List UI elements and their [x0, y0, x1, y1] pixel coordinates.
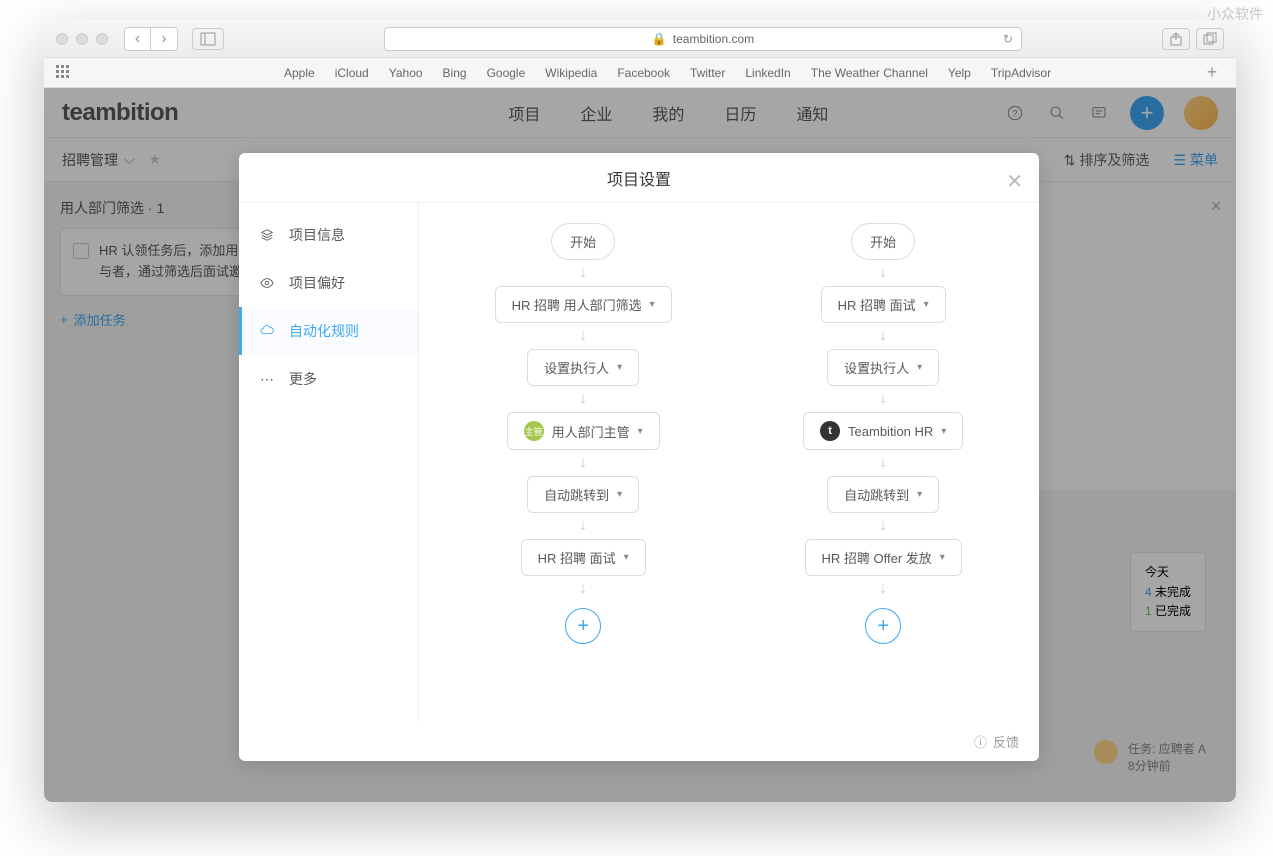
chevron-down-icon: ▾ [617, 362, 622, 373]
nav-arrows: ‹ › [124, 27, 178, 51]
sidebar-toggle-button[interactable] [192, 28, 224, 50]
sidebar-item-info[interactable]: 项目信息 [239, 211, 418, 259]
chevron-down-icon: ▾ [638, 426, 643, 437]
sidebar-item-more[interactable]: ⋯ 更多 [239, 355, 418, 403]
arrow-down-icon: ↓ [579, 264, 587, 282]
bookmark-link[interactable]: LinkedIn [745, 66, 790, 80]
url-text: teambition.com [673, 32, 754, 46]
chevron-down-icon: ▾ [917, 362, 922, 373]
bookmark-link[interactable]: Wikipedia [545, 66, 597, 80]
help-icon: ⓘ [974, 732, 987, 751]
arrow-down-icon: ↓ [579, 454, 587, 472]
flow-start-node[interactable]: 开始 [551, 223, 615, 260]
minimize-window-button[interactable] [76, 33, 88, 45]
share-button[interactable] [1162, 28, 1190, 50]
bookmarks-list: Apple iCloud Yahoo Bing Google Wikipedia… [284, 66, 1051, 80]
browser-titlebar: ‹ › 🔒 teambition.com ↻ [44, 20, 1236, 58]
settings-sidebar: 项目信息 项目偏好 自动化规则 ⋯ 更多 [239, 203, 419, 721]
chevron-down-icon: ▾ [917, 489, 922, 500]
chevron-down-icon: ▾ [924, 299, 929, 310]
feedback-link[interactable]: 反馈 [993, 732, 1019, 751]
flow-step-node[interactable]: HR 招聘 面试▾ [821, 286, 946, 323]
forward-button[interactable]: › [151, 28, 177, 50]
add-tab-button[interactable]: + [1200, 61, 1224, 85]
user-badge: t [820, 421, 840, 441]
modal-footer: ⓘ 反馈 [239, 721, 1039, 761]
close-window-button[interactable] [56, 33, 68, 45]
sidebar-item-label: 项目偏好 [289, 273, 345, 293]
flow-step-node[interactable]: tTeambition HR▾ [803, 412, 963, 450]
apps-grid-icon[interactable] [56, 65, 72, 81]
chevron-down-icon: ▾ [624, 552, 629, 563]
flow-start-node[interactable]: 开始 [851, 223, 915, 260]
reload-icon[interactable]: ↻ [1003, 32, 1013, 46]
chevron-down-icon: ▾ [617, 489, 622, 500]
more-icon: ⋯ [259, 371, 275, 387]
bookmark-link[interactable]: iCloud [335, 66, 369, 80]
sidebar-item-label: 项目信息 [289, 225, 345, 245]
add-step-button[interactable]: + [565, 608, 601, 644]
modal-title: 项目设置 [607, 166, 671, 190]
flow-step-node[interactable]: 自动跳转到▾ [527, 476, 639, 513]
bookmark-link[interactable]: TripAdvisor [991, 66, 1051, 80]
bookmarks-bar: Apple iCloud Yahoo Bing Google Wikipedia… [44, 58, 1236, 88]
arrow-down-icon: ↓ [879, 327, 887, 345]
arrow-down-icon: ↓ [879, 454, 887, 472]
bookmark-link[interactable]: Twitter [690, 66, 725, 80]
arrow-down-icon: ↓ [579, 390, 587, 408]
sidebar-item-label: 自动化规则 [289, 321, 359, 341]
arrow-down-icon: ↓ [879, 580, 887, 598]
bookmark-link[interactable]: Apple [284, 66, 315, 80]
bookmark-link[interactable]: Yelp [948, 66, 971, 80]
flow-step-node[interactable]: 设置执行人▾ [827, 349, 939, 386]
stack-icon [259, 227, 275, 243]
tabs-button[interactable] [1196, 28, 1224, 50]
bookmark-link[interactable]: Google [487, 66, 526, 80]
add-step-button[interactable]: + [865, 608, 901, 644]
maximize-window-button[interactable] [96, 33, 108, 45]
back-button[interactable]: ‹ [125, 28, 151, 50]
sidebar-item-preferences[interactable]: 项目偏好 [239, 259, 418, 307]
cloud-icon [259, 323, 275, 339]
flow-step-node[interactable]: 自动跳转到▾ [827, 476, 939, 513]
arrow-down-icon: ↓ [879, 390, 887, 408]
flow-column: 开始 ↓ HR 招聘 面试▾ ↓ 设置执行人▾ ↓ tTeambition HR… [803, 223, 963, 701]
settings-modal: 项目设置 ✕ 项目信息 项目偏好 自动化规则 ⋯ 更多 [239, 153, 1039, 761]
arrow-down-icon: ↓ [579, 517, 587, 535]
chevron-down-icon: ▾ [941, 426, 946, 437]
automation-flows: 开始 ↓ HR 招聘 用人部门筛选▾ ↓ 设置执行人▾ ↓ 主管用人部门主管▾ … [419, 203, 1039, 721]
flow-step-node[interactable]: 设置执行人▾ [527, 349, 639, 386]
bookmark-link[interactable]: Bing [443, 66, 467, 80]
modal-header: 项目设置 ✕ [239, 153, 1039, 203]
modal-close-button[interactable]: ✕ [1006, 169, 1023, 194]
flow-step-node[interactable]: HR 招聘 用人部门筛选▾ [495, 286, 672, 323]
traffic-lights [56, 33, 108, 45]
bookmark-link[interactable]: The Weather Channel [811, 66, 928, 80]
arrow-down-icon: ↓ [579, 580, 587, 598]
flow-step-node[interactable]: 主管用人部门主管▾ [507, 412, 660, 450]
user-badge: 主管 [524, 421, 544, 441]
chevron-down-icon: ▾ [650, 299, 655, 310]
flow-step-node[interactable]: HR 招聘 面试▾ [521, 539, 646, 576]
chevron-down-icon: ▾ [940, 552, 945, 563]
browser-window: ‹ › 🔒 teambition.com ↻ Apple i [44, 20, 1236, 802]
url-bar[interactable]: 🔒 teambition.com ↻ [384, 27, 1022, 51]
lock-icon: 🔒 [652, 32, 667, 46]
arrow-down-icon: ↓ [579, 327, 587, 345]
flow-step-node[interactable]: HR 招聘 Offer 发放▾ [805, 539, 962, 576]
arrow-down-icon: ↓ [879, 264, 887, 282]
sidebar-item-label: 更多 [289, 369, 317, 389]
eye-icon [259, 275, 275, 291]
bookmark-link[interactable]: Facebook [617, 66, 670, 80]
bookmark-link[interactable]: Yahoo [389, 66, 423, 80]
arrow-down-icon: ↓ [879, 517, 887, 535]
flow-column: 开始 ↓ HR 招聘 用人部门筛选▾ ↓ 设置执行人▾ ↓ 主管用人部门主管▾ … [495, 223, 672, 701]
sidebar-item-automation[interactable]: 自动化规则 [239, 307, 418, 355]
